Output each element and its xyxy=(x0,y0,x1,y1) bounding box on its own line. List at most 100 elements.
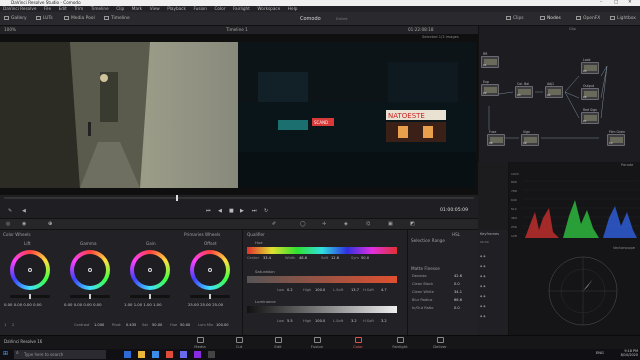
saturation-qualifier-bar[interactable] xyxy=(247,276,397,283)
menu-item[interactable]: Help xyxy=(288,6,298,11)
gamma-wheel[interactable] xyxy=(70,250,110,290)
menu-item[interactable]: Trim xyxy=(74,6,83,11)
gallery-button[interactable]: Gallery xyxy=(4,15,27,23)
task-view-icon[interactable] xyxy=(124,351,131,358)
curves-tab-icon[interactable]: ◉ xyxy=(22,221,26,227)
clock[interactable]: 9:18 PM 8/10/2020 xyxy=(608,349,638,357)
node-look[interactable]: Look 05 xyxy=(581,58,599,74)
menu-item[interactable]: Playback xyxy=(167,6,186,11)
lightbox-button[interactable]: Lightbox xyxy=(610,15,636,23)
cut-page-button[interactable]: Cut xyxy=(219,336,259,350)
blur-radius-row[interactable]: Blur Radius 66.6 xyxy=(412,298,462,302)
clean-white-row[interactable]: Clean White 34.1 xyxy=(412,290,462,294)
hue-value[interactable]: 50.00 xyxy=(180,323,190,327)
offset-master-slider[interactable] xyxy=(190,294,230,299)
node-red-sign[interactable]: Red Sign 07 xyxy=(581,108,599,124)
node-film-grain[interactable]: Film Grain 10 xyxy=(607,130,625,146)
denoise-row[interactable]: Denoise 42.6 xyxy=(412,274,462,278)
gamma-master-slider[interactable] xyxy=(70,294,110,299)
node-col-bal[interactable]: Col. Bal 03 xyxy=(515,82,533,98)
menu-item[interactable]: Edit xyxy=(59,6,67,11)
menu-item[interactable]: View xyxy=(150,6,160,11)
clips-button[interactable]: Clips xyxy=(506,15,524,23)
play-icon[interactable]: ▶ xyxy=(240,208,244,214)
skip-forward-icon[interactable]: ⏭ xyxy=(252,208,257,214)
clean-black-row[interactable]: Clean Black 0.0 xyxy=(412,282,460,286)
stop-icon[interactable]: ■ xyxy=(229,208,234,214)
node-vign[interactable]: Vign 09 xyxy=(521,130,539,146)
page-2-button[interactable]: 2 xyxy=(12,323,14,327)
keyframe-track-icon[interactable]: ◆ ◆ xyxy=(480,294,486,298)
node-exp[interactable]: Exp 02 xyxy=(481,80,499,96)
pen-icon[interactable]: ✎ xyxy=(8,208,12,214)
zoom-level[interactable]: 100% xyxy=(4,26,16,34)
tracker-icon[interactable]: ✛ xyxy=(322,221,326,227)
loop-icon[interactable]: ↻ xyxy=(264,208,268,214)
wheels-mode-select[interactable]: Primaries Wheels xyxy=(184,232,220,237)
keyframe-track-icon[interactable]: ◆ ◆ xyxy=(480,314,486,318)
pivot-value[interactable]: 0.435 xyxy=(126,323,136,327)
playhead[interactable] xyxy=(176,195,178,201)
menu-item[interactable]: Clip xyxy=(116,6,124,11)
color-wheels-tab-icon[interactable]: ◎ xyxy=(6,221,10,227)
resolve-taskbar-icon[interactable] xyxy=(208,351,215,358)
deliver-page-button[interactable]: Deliver xyxy=(420,336,460,350)
window-icon[interactable]: ◯ xyxy=(300,221,306,227)
edge-icon[interactable] xyxy=(152,351,159,358)
keyframe-track-icon[interactable]: ◆ ◆ xyxy=(480,274,486,278)
media-pool-button[interactable]: Media Pool xyxy=(64,15,95,23)
fusion-page-button[interactable]: Fusion xyxy=(297,336,337,350)
key-icon[interactable]: ⌬ xyxy=(366,221,370,227)
sat-value[interactable]: 50.00 xyxy=(152,323,162,327)
menu-item[interactable]: File xyxy=(44,6,51,11)
fairlight-page-button[interactable]: Fairlight xyxy=(380,336,420,350)
menu-item[interactable]: DaVinci Resolve xyxy=(3,6,36,11)
taskbar-search[interactable]: Type here to search xyxy=(14,350,106,359)
file-explorer-icon[interactable] xyxy=(138,351,145,358)
qualifier-eyedropper-icon[interactable]: ✐ xyxy=(272,221,276,227)
scrubber-track[interactable] xyxy=(4,197,474,199)
color-page-button[interactable]: Color xyxy=(338,336,378,350)
sizing-icon[interactable]: ▣ xyxy=(388,221,393,227)
rgb-mixer-icon[interactable]: ⊕ xyxy=(48,221,52,227)
in-out-ratio-row[interactable]: In/Out Ratio 0.0 xyxy=(412,306,460,310)
windows-start-icon[interactable]: ⊞ xyxy=(3,350,8,357)
lum-mix-value[interactable]: 100.00 xyxy=(216,323,229,327)
qualifier-mode-select[interactable]: HSL xyxy=(452,232,460,237)
node-adj1[interactable]: Adj1 04 xyxy=(545,82,563,98)
edit-page-button[interactable]: Edit xyxy=(258,336,298,350)
blur-icon[interactable]: ◈ xyxy=(344,221,348,227)
menu-item[interactable]: Fusion xyxy=(194,6,207,11)
keyframe-track-icon[interactable]: ◆ ◆ xyxy=(480,264,486,268)
keyframe-track-icon[interactable]: ◆ ◆ xyxy=(480,304,486,308)
gain-wheel[interactable] xyxy=(130,250,170,290)
gain-master-slider[interactable] xyxy=(130,294,170,299)
node-editor[interactable]: Clip RR 01 Exp 02 Col. Bal 03 Adj1 04 Look 05… xyxy=(478,26,640,162)
nodes-button[interactable]: Nodes xyxy=(540,15,561,23)
menu-item[interactable]: Timeline xyxy=(91,6,109,11)
mail-icon[interactable] xyxy=(180,351,187,358)
keyframe-track-icon[interactable]: ◆ ◆ xyxy=(480,284,486,288)
menu-item[interactable]: Fairlight xyxy=(233,6,250,11)
play-reverse-icon[interactable]: ◀ xyxy=(218,208,222,214)
chrome-icon[interactable] xyxy=(166,351,173,358)
luminance-qualifier-bar[interactable] xyxy=(247,306,397,313)
node-rr[interactable]: RR 01 xyxy=(481,52,499,68)
node-fuse[interactable]: Fuse 08 xyxy=(487,130,505,146)
hue-qualifier-bar[interactable] xyxy=(247,247,397,254)
lift-wheel[interactable] xyxy=(10,250,50,290)
menu-item[interactable]: Workspace xyxy=(257,6,280,11)
viewer[interactable]: Selected 1/3 images NATOESTE SCAND xyxy=(0,34,478,194)
timeline-name[interactable]: Timeline 1 xyxy=(226,26,248,34)
menu-item[interactable]: Mark xyxy=(132,6,142,11)
offset-wheel[interactable] xyxy=(190,250,230,290)
luts-button[interactable]: LUTs xyxy=(36,15,53,23)
lift-master-slider[interactable] xyxy=(10,294,50,299)
premiere-icon[interactable] xyxy=(194,351,201,358)
speaker-icon[interactable]: ◀ xyxy=(22,208,26,214)
node-output[interactable]: Output 06 xyxy=(581,84,599,100)
media-page-button[interactable]: Media xyxy=(180,336,220,350)
skip-back-icon[interactable]: ⏮ xyxy=(206,208,211,214)
keyframe-track-icon[interactable]: ◆ ◆ xyxy=(480,254,486,258)
page-1-button[interactable]: 1 xyxy=(4,323,6,327)
